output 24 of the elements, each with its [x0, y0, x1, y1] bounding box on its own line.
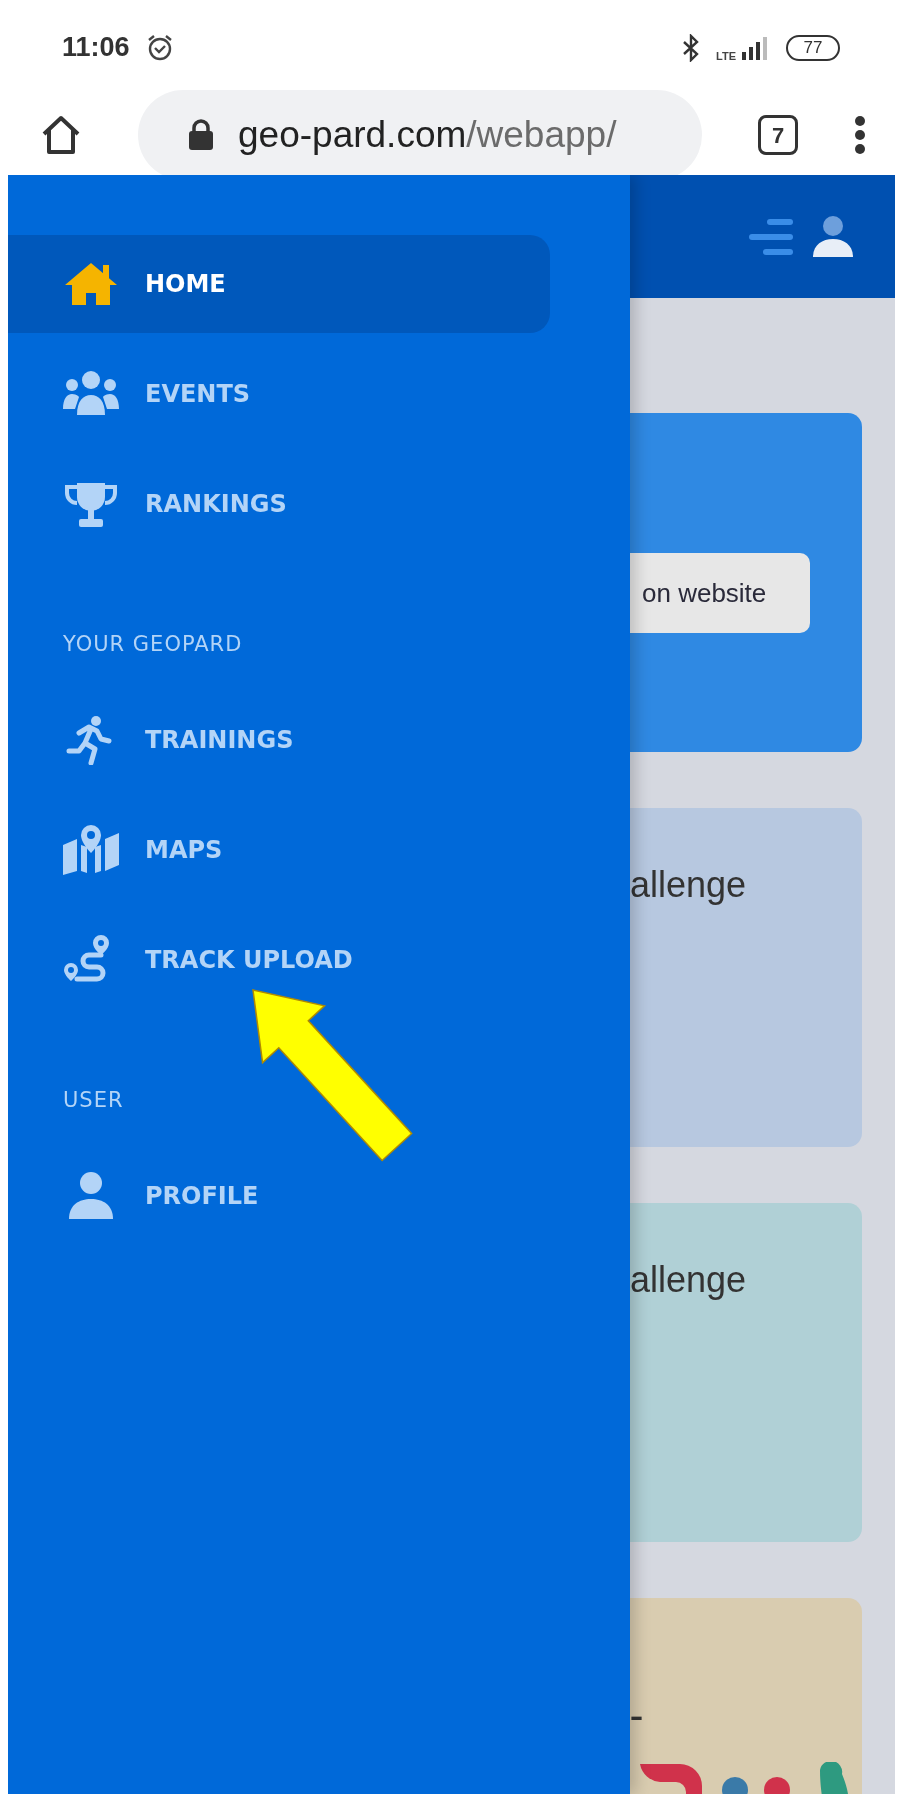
url-text: geo-pard.com/webapp/	[238, 113, 617, 158]
section-heading: USER	[63, 1087, 125, 1115]
nav-item[interactable]: TRACK UPLOAD	[8, 911, 550, 1009]
tab-count-button[interactable]: 7	[758, 115, 798, 155]
nav-item[interactable]: MAPS	[8, 801, 550, 899]
home-icon[interactable]	[40, 114, 82, 156]
nav-item[interactable]: RANKINGS	[8, 455, 550, 553]
nav-item[interactable]: HOME	[8, 235, 550, 333]
battery-indicator: 77	[786, 34, 840, 61]
more-menu-icon[interactable]	[854, 115, 866, 155]
website-button[interactable]: on website	[630, 553, 810, 633]
card-title: allenge	[630, 864, 747, 905]
clock-time: 11:06	[62, 31, 130, 65]
nav-item[interactable]: PROFILE	[8, 1147, 550, 1245]
network-type-label: LTE	[716, 50, 736, 62]
lock-icon	[188, 119, 214, 151]
section-heading: YOUR GEOPARD	[63, 631, 244, 659]
map-pin-icon	[63, 825, 119, 875]
bluetooth-icon	[682, 33, 701, 62]
nav-item[interactable]: TRAININGS	[8, 691, 550, 789]
nav-item[interactable]: EVENTS	[8, 345, 550, 443]
user-icon[interactable]	[811, 214, 855, 259]
card-title: –	[630, 1702, 643, 1732]
card-title: allenge	[630, 1259, 747, 1300]
